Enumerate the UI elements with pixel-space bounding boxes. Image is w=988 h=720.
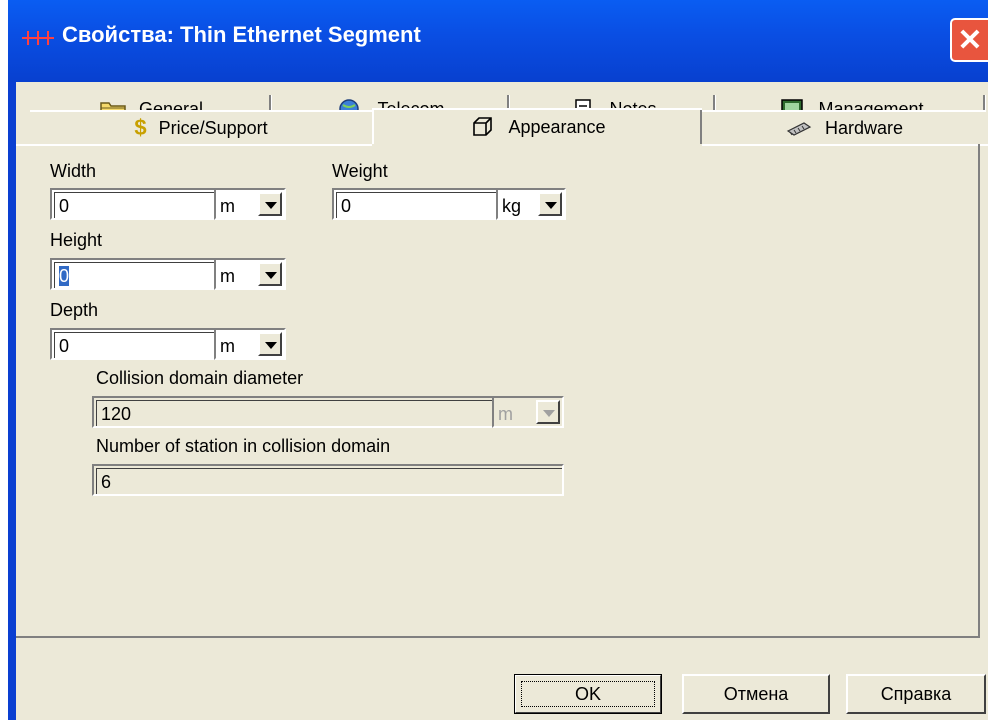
panel-border-bottom: [16, 636, 980, 638]
collision-diameter-input: 120: [92, 396, 494, 428]
depth-label: Depth: [50, 300, 99, 320]
weight-label: Weight: [332, 161, 388, 181]
network-segment-icon: [22, 31, 54, 45]
collision-diameter-unit-select: m: [492, 396, 564, 428]
dollar-icon: $: [134, 115, 147, 140]
weight-unit-select[interactable]: kg: [496, 188, 566, 220]
chevron-down-icon[interactable]: [538, 192, 562, 216]
depth-unit-select[interactable]: m: [214, 328, 286, 360]
tab-hardware[interactable]: Hardware: [702, 110, 986, 144]
tab-price-support-label: Price/Support: [158, 117, 268, 138]
appearance-panel: Width 0 m Weight 0 kg Height 0 m Depth 0…: [16, 144, 988, 644]
dialog-client: General Telecom Notes: [16, 82, 988, 720]
close-icon: ✕: [957, 23, 983, 57]
tab-appearance-label: Appearance: [508, 116, 606, 137]
close-button[interactable]: ✕: [950, 18, 988, 62]
ok-button[interactable]: OK: [514, 674, 662, 714]
collision-diameter-unit-value: m: [498, 404, 513, 424]
height-input[interactable]: 0: [50, 258, 216, 290]
width-input[interactable]: 0: [50, 188, 216, 220]
tab-hardware-label: Hardware: [824, 117, 904, 138]
depth-input[interactable]: 0: [50, 328, 216, 360]
weight-unit-value: kg: [502, 196, 522, 216]
cube-icon: [473, 117, 493, 136]
cancel-button-label: Отмена: [723, 683, 789, 704]
window-title: Свойства: Thin Ethernet Segment: [62, 22, 421, 47]
help-button[interactable]: Справка: [846, 674, 986, 714]
height-unit-value: m: [220, 266, 235, 286]
chevron-down-icon[interactable]: [258, 262, 282, 286]
panel-border-right: [978, 144, 980, 638]
cancel-button[interactable]: Отмена: [682, 674, 830, 714]
stations-label: Number of station in collision domain: [96, 436, 391, 456]
chevron-down-icon: [536, 400, 560, 424]
collision-diameter-label: Collision domain diameter: [96, 368, 304, 388]
title-bar[interactable]: Свойства: Thin Ethernet Segment ✕: [8, 0, 988, 82]
properties-dialog: Свойства: Thin Ethernet Segment ✕ Genera…: [8, 0, 988, 720]
width-label: Width: [50, 161, 97, 181]
chip-icon: [786, 122, 812, 136]
height-unit-select[interactable]: m: [214, 258, 286, 290]
weight-input[interactable]: 0: [332, 188, 498, 220]
help-button-label: Справка: [880, 683, 952, 704]
width-unit-select[interactable]: m: [214, 188, 286, 220]
stations-input: 6: [92, 464, 564, 496]
height-label: Height: [50, 230, 103, 250]
width-unit-value: m: [220, 196, 235, 216]
tab-appearance[interactable]: Appearance: [372, 108, 702, 146]
chevron-down-icon[interactable]: [258, 332, 282, 356]
depth-unit-value: m: [220, 336, 235, 356]
chevron-down-icon[interactable]: [258, 192, 282, 216]
height-value-selected: 0: [59, 266, 70, 286]
tab-price-support[interactable]: $ Price/Support: [30, 110, 372, 144]
